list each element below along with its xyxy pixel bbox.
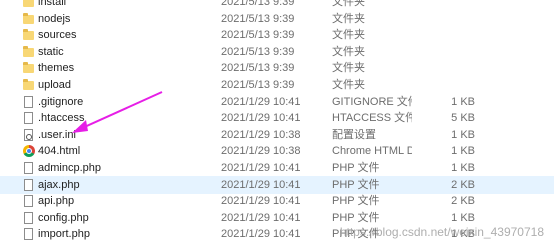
file-name: install [38,0,67,8]
file-row[interactable]: ajax.php 2021/1/29 10:41 PHP 文件 2 KB [0,175,554,195]
file-row[interactable]: upload 2021/5/13 9:39 文件夹 [0,77,554,94]
file-icon [23,210,35,226]
file-type: 文件夹 [332,29,365,42]
file-name: themes [38,62,75,75]
file-icon [23,177,35,193]
file-size: 5 KB [451,112,475,125]
file-size: 2 KB [451,195,475,208]
file-name: import.php [38,228,90,241]
file-name: admincp.php [38,161,101,174]
file-type: 文件夹 [332,12,365,25]
file-row[interactable]: api.php 2021/1/29 10:41 PHP 文件 2 KB [0,193,554,210]
file-icon [23,160,35,176]
file-date: 2021/1/29 10:41 [221,195,301,208]
file-name: nodejs [38,12,71,25]
file-name: api.php [38,195,75,208]
file-type: 文件夹 [332,45,365,58]
file-date: 2021/5/13 9:39 [221,45,295,58]
file-name: sources [38,29,77,42]
file-type: 文件夹 [332,0,365,8]
folder-icon [23,11,35,27]
file-row[interactable]: 404.html2021/1/29 10:38Chrome HTML D...1… [0,143,554,160]
file-name: .gitignore [38,95,84,108]
file-row[interactable]: static 2021/5/13 9:39 文件夹 [0,44,554,61]
file-size: 1 KB [451,145,475,158]
file-size: 1 KB [451,128,475,141]
file-date: 2021/5/13 9:39 [221,29,295,42]
file-row[interactable]: install 2021/5/13 9:39 文件夹 [0,0,554,11]
file-date: 2021/1/29 10:41 [221,161,301,174]
file-row[interactable]: .user.ini 2021/1/29 10:38 配置设置 1 KB [0,127,554,144]
file-date: 2021/5/13 9:39 [221,62,295,75]
file-date: 2021/5/13 9:39 [221,78,295,91]
settings-file-icon [23,127,35,143]
file-row[interactable]: .htaccess 2021/1/29 10:41 HTACCESS 文件 5 KB [0,110,554,127]
file-type: 文件夹 [332,62,365,75]
file-list: install 2021/5/13 9:39 文件夹 nodejs 2021/5/13 … [0,0,554,243]
folder-icon [23,44,35,60]
file-date: 2021/1/29 10:41 [221,228,301,241]
file-size: 1 KB [451,211,475,224]
folder-icon [23,0,35,10]
file-row[interactable]: config.php 2021/1/29 10:41 PHP 文件 1 KB [0,210,554,227]
file-size: 1 KB [451,161,475,174]
file-row[interactable]: themes 2021/5/13 9:39 文件夹 [0,60,554,77]
folder-icon [23,60,35,76]
chrome-icon [23,143,35,159]
file-name: config.php [38,211,89,224]
file-type: 文件夹 [332,78,365,91]
file-row[interactable]: nodejs 2021/5/13 9:39 文件夹 [0,11,554,28]
file-date: 2021/1/29 10:41 [221,112,301,125]
file-date: 2021/1/29 10:41 [221,211,301,224]
file-name: .user.ini [38,128,76,141]
file-icon [23,110,35,126]
file-date: 2021/5/13 9:39 [221,12,295,25]
file-name: upload [38,78,72,91]
folder-icon [23,77,35,93]
file-date: 2021/1/29 10:41 [221,95,301,108]
file-icon [23,226,35,242]
folder-icon [23,27,35,43]
file-row[interactable]: .gitignore 2021/1/29 10:41 GITIGNORE 文件 1 K… [0,94,554,111]
file-row[interactable]: admincp.php 2021/1/29 10:41 PHP 文件 1 KB [0,160,554,177]
file-row[interactable]: sources 2021/5/13 9:39 文件夹 [0,27,554,44]
file-date: 2021/1/29 10:38 [221,128,301,141]
file-name: 404.html [38,145,81,158]
file-size: 1 KB [451,95,475,108]
file-date: 2021/1/29 10:38 [221,145,301,158]
file-size: 2 KB [451,178,475,191]
file-icon [23,193,35,209]
file-name: static [38,45,64,58]
file-name: ajax.php [38,178,80,191]
watermark-text: https://blog.csdn.net/weixin_43970718 [339,225,544,239]
file-date: 2021/5/13 9:39 [221,0,295,8]
file-date: 2021/1/29 10:41 [221,178,301,191]
file-name: .htaccess [38,112,85,125]
file-icon [23,94,35,110]
